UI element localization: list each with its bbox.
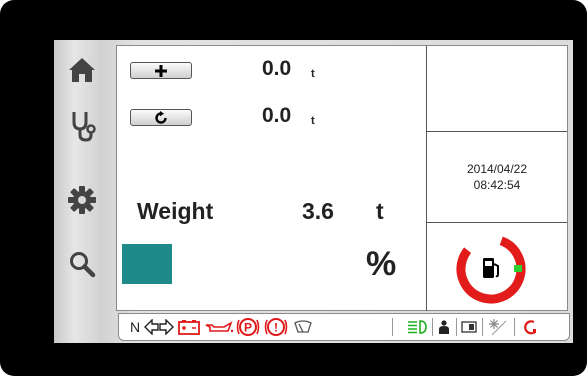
seat-occupancy-icon (436, 317, 452, 337)
counter-1-value: 0.0 (262, 57, 292, 80)
status-separator (432, 318, 433, 336)
counter-1-unit: t (311, 68, 315, 80)
gear-icon (68, 186, 96, 214)
diagnostics-button[interactable] (62, 106, 102, 146)
status-separator (392, 318, 393, 336)
refresh-icon (155, 110, 167, 124)
neutral-indicator: N (129, 319, 141, 335)
weight-label: Weight (137, 198, 214, 224)
status-separator (514, 318, 515, 336)
percent-symbol: % (366, 245, 397, 283)
fuel-pump-icon (483, 258, 499, 278)
weight-unit: t (376, 198, 384, 224)
status-separator (456, 318, 457, 336)
row-divider-bottom (427, 222, 567, 223)
weight-value: 3.6 (302, 198, 334, 224)
warning-label: ! (274, 321, 278, 335)
status-separator (482, 318, 483, 336)
sidebar (54, 40, 114, 343)
turn-signals-icon (144, 317, 174, 337)
home-button[interactable] (62, 50, 102, 90)
stethoscope-icon (72, 112, 96, 142)
settings-button[interactable] (62, 180, 102, 220)
fuel-low-segment (514, 265, 522, 272)
reset-button[interactable] (130, 109, 192, 126)
color-swatch (122, 244, 172, 284)
row-divider-top (427, 131, 567, 132)
counter-2-value: 0.0 (262, 104, 292, 127)
oil-pressure-icon (204, 317, 234, 337)
wiper-icon (292, 317, 314, 337)
search-button[interactable] (62, 244, 102, 284)
search-icon (70, 252, 96, 278)
date-display: 2014/04/22 (466, 162, 528, 176)
parking-label: P (244, 321, 252, 335)
fuel-gauge (456, 234, 526, 304)
power-icon (520, 317, 540, 337)
plus-icon (155, 64, 167, 77)
general-warning-icon: ! (264, 317, 288, 337)
time-display: 08:42:54 (473, 178, 521, 192)
counter-2-unit: t (311, 115, 315, 127)
parking-brake-icon: P (236, 317, 260, 337)
rear-lights-icon (460, 317, 478, 337)
add-button[interactable] (130, 62, 192, 79)
day-night-icon (488, 317, 510, 337)
home-icon (69, 58, 95, 82)
headlight-icon (406, 317, 428, 337)
battery-warning-icon (176, 317, 202, 337)
